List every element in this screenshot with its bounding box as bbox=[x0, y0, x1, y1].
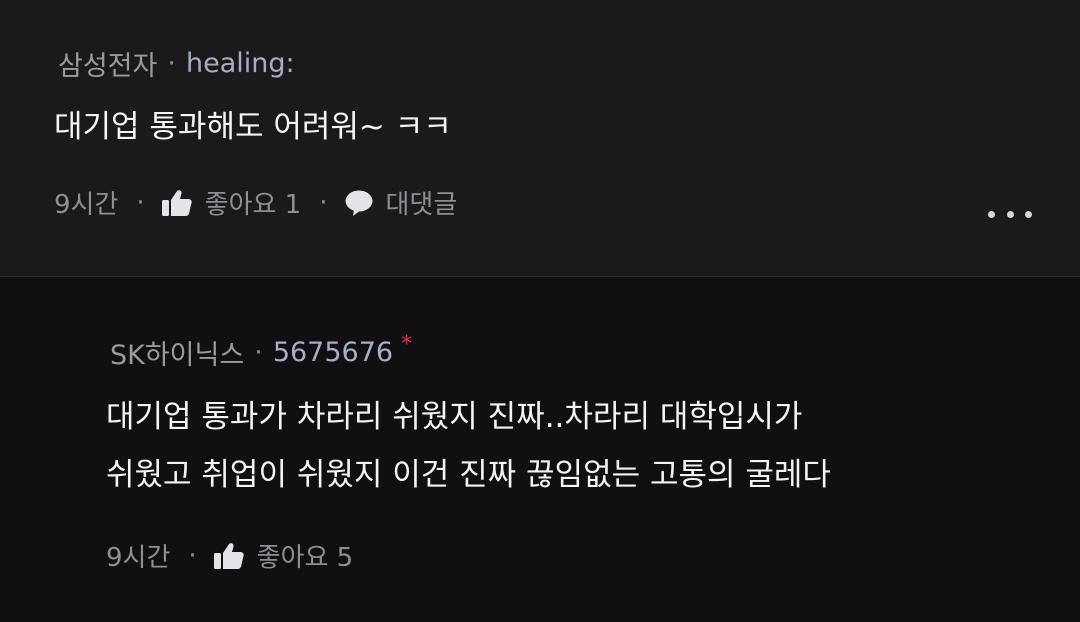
comment-text: 대기업 통과해도 어려워~ ㅋㅋ bbox=[54, 98, 452, 156]
speech-bubble-icon bbox=[344, 189, 374, 217]
footer-separator: · bbox=[319, 187, 328, 218]
thumbs-up-icon bbox=[213, 542, 245, 570]
like-count-label: 좋아요 5 bbox=[256, 543, 354, 573]
dot bbox=[988, 210, 995, 218]
comment-text-line: 쉬웠고 취업이 쉬웠지 이건 진짜 끊임없는 고통의 굴레다 bbox=[106, 457, 831, 493]
footer-separator: · bbox=[136, 187, 145, 218]
author-company: SK하이닉스 bbox=[110, 340, 245, 371]
comment-footer: 9시간 · 좋아요 5 bbox=[106, 537, 353, 574]
reply-label: 대댓글 bbox=[385, 190, 458, 220]
dot bbox=[1006, 210, 1014, 218]
dot bbox=[1025, 210, 1032, 218]
reply-button[interactable]: 대댓글 bbox=[344, 184, 458, 221]
comment-text: 대기업 통과가 차라리 쉬웠지 진짜..차라리 대학입시가 쉬웠고 취업이 쉬웠… bbox=[106, 388, 831, 504]
like-button[interactable]: 좋아요 1 bbox=[161, 184, 302, 221]
reply-comment: SK하이닉스 · 5675676 * 대기업 통과가 차라리 쉬웠지 진짜..차… bbox=[0, 277, 1080, 622]
comment-text-line: 대기업 통과해도 어려워~ ㅋㅋ bbox=[54, 109, 452, 145]
author-marker: * bbox=[401, 332, 413, 357]
comment-text-line: 대기업 통과가 차라리 쉬웠지 진짜..차라리 대학입시가 bbox=[106, 399, 803, 435]
comment-time: 9시간 bbox=[106, 543, 171, 573]
comment: 삼성전자 · healing: 대기업 통과해도 어려워~ ㅋㅋ 9시간 · 좋… bbox=[0, 0, 1080, 277]
comment-author: SK하이닉스 · 5675676 * bbox=[110, 332, 413, 372]
more-dots-icon[interactable] bbox=[988, 200, 1032, 228]
comment-time: 9시간 bbox=[54, 190, 119, 220]
comment-footer: 9시간 · 좋아요 1 · 대댓글 bbox=[54, 184, 457, 221]
author-nickname[interactable]: 5675676 bbox=[273, 337, 393, 368]
meta-separator: · bbox=[167, 48, 176, 79]
author-nickname[interactable]: healing: bbox=[186, 48, 295, 79]
like-count-label: 좋아요 1 bbox=[204, 190, 302, 220]
footer-separator: · bbox=[188, 540, 197, 571]
comment-author: 삼성전자 · healing: bbox=[58, 44, 295, 83]
like-button[interactable]: 좋아요 5 bbox=[213, 537, 354, 574]
thumbs-up-icon bbox=[161, 189, 193, 217]
meta-separator: · bbox=[254, 337, 263, 368]
author-company: 삼성전자 bbox=[58, 51, 158, 82]
